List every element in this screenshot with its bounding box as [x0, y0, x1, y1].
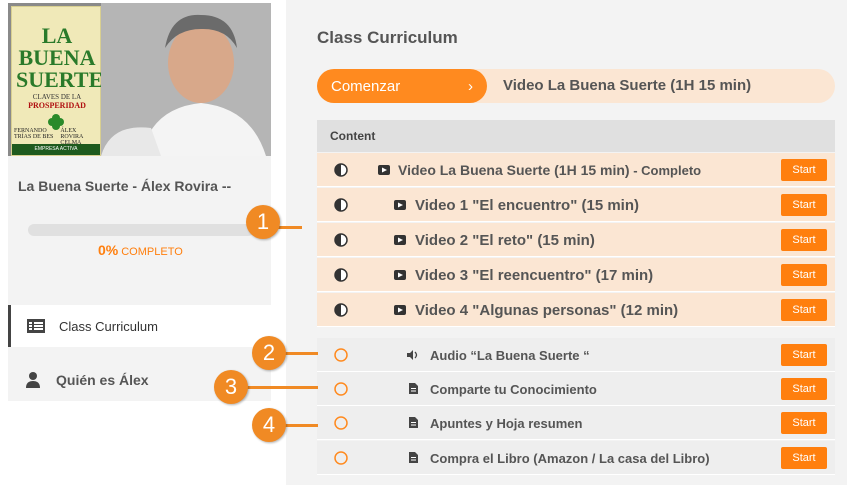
video-icon — [394, 270, 406, 280]
annotation-line-3 — [244, 386, 318, 389]
author-photo — [101, 3, 271, 156]
start-course-button[interactable]: Comenzar › — [317, 69, 487, 103]
lesson-title: Comparte tu Conocimiento — [430, 382, 597, 397]
lesson-status-suffix: - Completo — [629, 163, 702, 178]
list-icon — [25, 319, 47, 333]
continue-bar: Comenzar › Video La Buena Suerte (1H 15 … — [317, 69, 835, 103]
course-title: La Buena Suerte - Álex Rovira -- — [18, 178, 232, 194]
half-complete-icon — [334, 163, 348, 177]
lesson-title: Audio “La Buena Suerte “ — [430, 348, 590, 363]
progress-complete-label: COMPLETO — [121, 246, 183, 258]
annotation-number: 3 — [224, 374, 238, 399]
nav-label: Quién es Álex — [56, 372, 149, 388]
lesson-row[interactable]: Apuntes y Hoja resumen Start — [317, 406, 835, 440]
author-portrait-icon — [101, 3, 271, 156]
video-icon — [394, 235, 406, 245]
start-lesson-button[interactable]: Start — [781, 378, 827, 400]
video-icon — [394, 305, 406, 315]
lesson-row[interactable]: Video La Buena Suerte (1H 15 min) - Comp… — [317, 153, 835, 187]
lesson-row[interactable]: Video 4 "Algunas personas" (12 min) Start — [317, 293, 835, 327]
progress-label: 0% COMPLETO — [98, 242, 183, 258]
nav-label: Class Curriculum — [59, 318, 158, 334]
annotation-line-2 — [284, 352, 318, 355]
sidebar: LA BUENA SUERTE CLAVES DE LA PROSPERIDAD… — [8, 3, 271, 401]
half-complete-icon — [334, 233, 348, 247]
book-subtitle-2: PROSPERIDAD — [28, 101, 86, 110]
lesson-row[interactable]: Comparte tu Conocimiento Start — [317, 372, 835, 406]
lesson-row[interactable]: Video 3 "El reencuentro" (17 min) Start — [317, 258, 835, 292]
start-lesson-button[interactable]: Start — [781, 447, 827, 469]
next-lesson-title[interactable]: Video La Buena Suerte (1H 15 min) — [503, 77, 751, 94]
annotation-number: 4 — [262, 412, 276, 437]
start-lesson-button[interactable]: Start — [781, 229, 827, 251]
annotation-number: 1 — [256, 209, 270, 234]
not-started-icon — [334, 416, 348, 430]
audio-icon — [407, 350, 418, 360]
annotation-line-4 — [284, 424, 318, 427]
not-started-icon — [334, 451, 348, 465]
lesson-title: Video 1 "El encuentro" (15 min) — [415, 197, 639, 214]
start-lesson-button[interactable]: Start — [781, 412, 827, 434]
lesson-row[interactable]: Compra el Libro (Amazon / La casa del Li… — [317, 441, 835, 475]
document-icon — [409, 383, 418, 394]
lesson-row[interactable]: Video 2 "El reto" (15 min) Start — [317, 223, 835, 257]
chevron-right-icon: › — [468, 77, 473, 95]
lesson-title: Apuntes y Hoja resumen — [430, 416, 583, 431]
lesson-title: Video 4 "Algunas personas" (12 min) — [415, 302, 679, 319]
not-started-icon — [334, 382, 348, 396]
half-complete-icon — [334, 198, 348, 212]
book-title: LA BUENA SUERTE — [16, 23, 104, 92]
annotation-marker-4: 4 — [252, 408, 286, 442]
progress-percent: 0% — [98, 242, 119, 258]
annotation-number: 2 — [262, 340, 276, 365]
book-cover: LA BUENA SUERTE CLAVES DE LA PROSPERIDAD… — [11, 6, 104, 156]
annotation-marker-1: 1 — [246, 205, 280, 239]
lesson-title: Video 2 "El reto" (15 min) — [415, 232, 595, 249]
nav-class-curriculum[interactable]: Class Curriculum — [8, 305, 271, 347]
book-publisher: EMPRESA ACTIVA — [34, 146, 78, 152]
user-icon — [22, 372, 44, 388]
lesson-row[interactable]: Audio “La Buena Suerte “ Start — [317, 338, 835, 372]
not-started-icon — [334, 348, 348, 362]
start-lesson-button[interactable]: Start — [781, 264, 827, 286]
lesson-title: Video 3 "El reencuentro" (17 min) — [415, 267, 654, 284]
video-icon — [394, 200, 406, 210]
half-complete-icon — [334, 303, 348, 317]
start-lesson-button[interactable]: Start — [781, 194, 827, 216]
content-header: Content — [317, 120, 835, 152]
annotation-marker-2: 2 — [252, 336, 286, 370]
course-cover-image: LA BUENA SUERTE CLAVES DE LA PROSPERIDAD… — [8, 3, 271, 156]
start-course-label: Comenzar — [331, 77, 401, 95]
lesson-title: Video La Buena Suerte (1H 15 min) - Comp… — [398, 162, 702, 178]
content-header-label: Content — [330, 129, 376, 143]
lesson-title: Compra el Libro (Amazon / La casa del Li… — [430, 451, 710, 466]
start-lesson-button[interactable]: Start — [781, 299, 827, 321]
page-title: Class Curriculum — [317, 28, 458, 47]
start-lesson-button[interactable]: Start — [781, 344, 827, 366]
annotation-marker-3: 3 — [214, 370, 248, 404]
video-icon — [378, 165, 390, 175]
lesson-row[interactable]: Video 1 "El encuentro" (15 min) Start — [317, 188, 835, 222]
progress-bar — [28, 224, 254, 236]
main-panel: Class Curriculum Comenzar › Video La Bue… — [286, 0, 847, 485]
start-lesson-button[interactable]: Start — [781, 159, 827, 181]
document-icon — [409, 417, 418, 428]
book-publisher-bar: EMPRESA ACTIVA — [12, 144, 100, 155]
half-complete-icon — [334, 268, 348, 282]
book-subtitle: CLAVES DE LA — [32, 93, 82, 101]
document-icon — [409, 452, 418, 463]
